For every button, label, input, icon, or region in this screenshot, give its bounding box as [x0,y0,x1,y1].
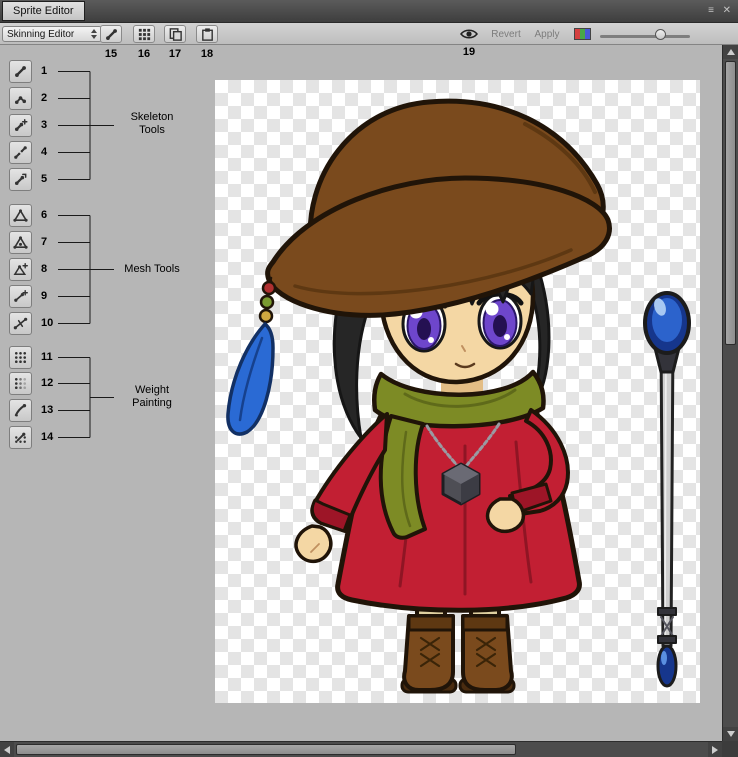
weight-painting-label: Weight Painting [116,384,188,410]
color-swatch[interactable] [574,28,591,40]
horizontal-scrollbar-thumb[interactable] [16,744,516,755]
main-panel: 15 16 17 18 19 Skeleton Tools Mesh Tools… [0,45,722,741]
staff-sprite [645,293,689,686]
character-sprite [215,80,700,703]
annotation-number-1: 1 [41,65,47,77]
vertical-scrollbar[interactable] [722,45,738,741]
toolbar: Skinning Editor Revert Apply [0,23,738,45]
bone-split-icon [13,145,28,160]
dot-grid-icon [13,350,28,365]
skeleton-tool-button-2[interactable] [9,87,32,110]
mode-dropdown[interactable]: Skinning Editor [2,26,102,42]
zoom-slider-track[interactable] [600,35,690,38]
mesh-tool-button-9[interactable] [9,285,32,308]
bone-dots-icon [13,430,28,445]
annotation-number-17: 17 [169,48,181,60]
skeleton-tools-label: Skeleton Tools [116,111,188,137]
annotation-number-8: 8 [41,263,47,275]
scrollbar-corner [722,741,738,757]
visibility-button[interactable] [457,25,481,43]
sprite-canvas[interactable] [215,80,700,703]
bone-create-icon [13,118,28,133]
window-tab-sprite-editor[interactable]: Sprite Editor [2,1,85,21]
eye-icon [460,28,478,40]
mesh-tool-button-10[interactable] [9,312,32,335]
revert-button[interactable]: Revert [486,27,526,42]
annotation-number-7: 7 [41,236,47,248]
weight-tool-button-12[interactable] [9,372,32,395]
character-body [228,101,610,692]
copy-button[interactable] [164,25,186,43]
scroll-left-button[interactable] [0,742,14,757]
weight-tool-button-13[interactable] [9,399,32,422]
close-icon[interactable]: ✕ [723,4,731,18]
zoom-slider-handle[interactable] [655,29,666,40]
joint-chain-icon [13,91,28,106]
edge-create-icon [13,289,28,304]
bone-reparent-icon [13,172,28,187]
annotation-number-5: 5 [41,173,47,185]
mesh-tool-button-8[interactable] [9,258,32,281]
horizontal-scrollbar[interactable] [0,741,722,757]
triangle-down-icon [727,731,735,737]
skeleton-tool-button-3[interactable] [9,114,32,137]
annotation-number-13: 13 [41,404,53,416]
window-title: Sprite Editor [13,5,74,17]
annotation-number-11: 11 [41,351,53,363]
toolbar-grid-button[interactable] [133,25,155,43]
edge-split-icon [13,316,28,331]
triangle-up-icon [727,49,735,55]
annotation-number-6: 6 [41,209,47,221]
vertical-scrollbar-thumb[interactable] [725,61,736,345]
scroll-up-button[interactable] [723,45,738,59]
triangle-left-icon [4,746,10,754]
skeleton-tool-button-1[interactable] [9,60,32,83]
triangle-edit-icon [13,235,28,250]
mesh-tools-label: Mesh Tools [116,263,188,276]
triangle-mesh-icon [13,208,28,223]
annotation-number-4: 4 [41,146,47,158]
skeleton-tool-button-5[interactable] [9,168,32,191]
brush-icon [13,403,28,418]
copy-icon [168,27,183,42]
scroll-down-button[interactable] [723,727,738,741]
annotation-number-15: 15 [105,48,117,60]
grid-icon [137,27,152,42]
paste-button[interactable] [196,25,218,43]
window-menu-icon[interactable]: ≡ [708,4,714,18]
mesh-tool-button-7[interactable] [9,231,32,254]
scroll-right-button[interactable] [708,742,722,757]
annotation-number-16: 16 [138,48,150,60]
annotation-number-18: 18 [201,48,213,60]
mode-dropdown-label: Skinning Editor [7,29,74,40]
dot-grid-fade-icon [13,376,28,391]
vertex-create-icon [13,262,28,277]
weight-tool-button-14[interactable] [9,426,32,449]
annotation-number-10: 10 [41,317,53,329]
toolbar-bone-button[interactable] [100,25,122,43]
annotation-number-2: 2 [41,92,47,104]
annotation-number-9: 9 [41,290,47,302]
annotation-number-12: 12 [41,377,53,389]
skeleton-tool-button-4[interactable] [9,141,32,164]
triangle-right-icon [712,746,718,754]
paste-icon [200,27,215,42]
annotation-number-3: 3 [41,119,47,131]
dropdown-arrows-icon [91,29,97,39]
weight-tool-button-11[interactable] [9,346,32,369]
mesh-tool-button-6[interactable] [9,204,32,227]
bone-icon [13,64,28,79]
annotation-number-14: 14 [41,431,53,443]
titlebar: Sprite Editor ≡ ✕ [0,0,738,23]
apply-button[interactable]: Apply [528,27,566,42]
annotation-number-19: 19 [463,46,475,58]
bone-icon [104,27,119,42]
